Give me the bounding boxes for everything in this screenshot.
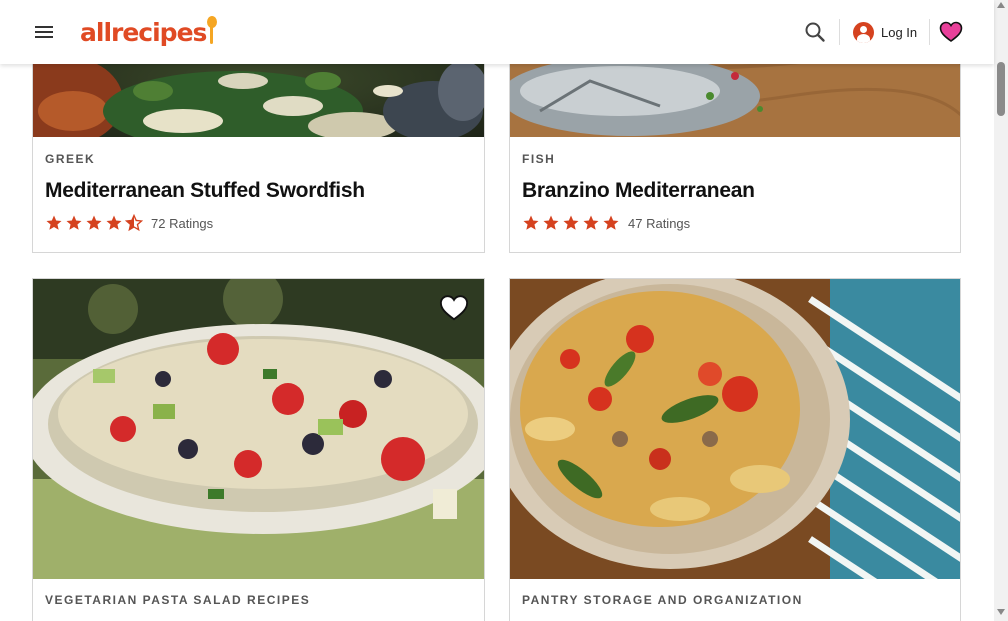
star-icon bbox=[66, 215, 82, 230]
header-divider bbox=[929, 19, 930, 45]
star-icon bbox=[583, 215, 599, 230]
recipe-category-tag: GREEK bbox=[45, 152, 96, 166]
recipe-category-tag: FISH bbox=[522, 152, 556, 166]
star-icon bbox=[106, 215, 122, 230]
favorites-heart-icon[interactable] bbox=[939, 20, 963, 44]
logo-text: allrecipes bbox=[80, 18, 207, 47]
hamburger-menu-icon[interactable] bbox=[33, 22, 55, 42]
login-button[interactable]: Log In bbox=[853, 21, 917, 43]
star-icon bbox=[523, 215, 539, 230]
recipe-title[interactable]: Mediterranean Stuffed Swordfish bbox=[45, 179, 365, 203]
scroll-up-arrow-icon[interactable] bbox=[997, 2, 1005, 8]
ratings-count: 47 Ratings bbox=[628, 215, 691, 231]
star-icon bbox=[603, 215, 619, 230]
half-star-icon bbox=[125, 214, 143, 232]
scroll-down-arrow-icon[interactable] bbox=[997, 609, 1005, 615]
star-rating: 72 Ratings bbox=[45, 214, 213, 232]
account-icon bbox=[853, 21, 874, 43]
site-header: allrecipes Log In bbox=[0, 0, 994, 64]
spoon-icon bbox=[206, 16, 218, 46]
star-rating: 47 Ratings bbox=[522, 214, 690, 232]
recipe-image-farfalle-pasta bbox=[510, 279, 960, 579]
ratings-count: 72 Ratings bbox=[151, 215, 214, 231]
page-scrollbar[interactable] bbox=[994, 0, 1008, 621]
recipe-category-tag: VEGETARIAN PASTA SALAD RECIPES bbox=[45, 593, 311, 607]
recipe-card[interactable]: PANTRY STORAGE AND ORGANIZATION bbox=[509, 278, 961, 621]
star-icon bbox=[563, 215, 579, 230]
star-icon bbox=[543, 215, 559, 230]
star-icon bbox=[46, 215, 62, 230]
recipe-image-orzo-salad bbox=[33, 279, 484, 579]
scrollbar-thumb[interactable] bbox=[997, 62, 1005, 116]
recipe-card[interactable]: VEGETARIAN PASTA SALAD RECIPES bbox=[32, 278, 485, 621]
star-icon bbox=[86, 215, 102, 230]
allrecipes-logo[interactable]: allrecipes bbox=[80, 16, 218, 50]
search-icon[interactable] bbox=[804, 21, 826, 43]
login-label: Log In bbox=[881, 24, 918, 40]
recipe-title[interactable]: Branzino Mediterranean bbox=[522, 179, 755, 203]
save-recipe-heart-icon[interactable] bbox=[439, 293, 469, 323]
header-divider bbox=[839, 19, 840, 45]
recipe-category-tag: PANTRY STORAGE AND ORGANIZATION bbox=[522, 593, 803, 607]
